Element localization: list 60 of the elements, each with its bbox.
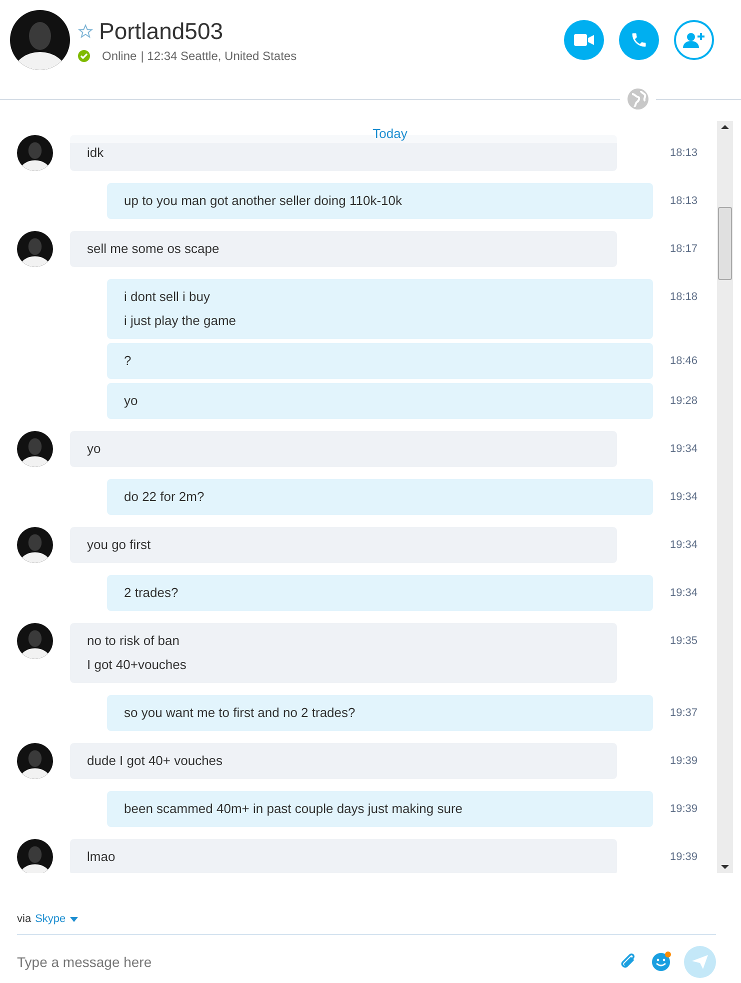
message-time: 19:34 xyxy=(670,442,698,457)
avatar-icon xyxy=(17,623,53,659)
message-text: i just play the game xyxy=(124,312,236,330)
message-text: lmao xyxy=(87,848,116,866)
add-contact-button[interactable] xyxy=(674,20,714,60)
scrollbar[interactable] xyxy=(717,121,733,873)
location-text: | 12:34 Seattle, United States xyxy=(140,48,297,65)
message-text: so you want me to first and no 2 trades? xyxy=(124,704,356,722)
message-text: been scammed 40m+ in past couple days just making sure xyxy=(124,800,463,818)
service-selector[interactable]: Skype xyxy=(35,911,78,928)
message-text: dude I got 40+ vouches xyxy=(87,752,223,770)
message-text: you go first xyxy=(87,536,151,554)
message-time: 19:39 xyxy=(670,802,698,817)
avatar-icon xyxy=(17,135,53,171)
date-divider: Today xyxy=(372,124,408,143)
message-time: 19:34 xyxy=(670,490,698,505)
message-time: 19:34 xyxy=(670,538,698,553)
send-button[interactable] xyxy=(684,946,716,978)
globe-icon[interactable] xyxy=(627,88,649,110)
contact-name: Portland503 xyxy=(99,18,224,44)
avatar-icon xyxy=(17,431,53,467)
message-time: 18:13 xyxy=(670,146,698,161)
avatar-icon xyxy=(17,743,53,779)
message-time: 19:39 xyxy=(670,850,698,865)
message-text: no to risk of ban xyxy=(87,632,180,650)
message-text: yo xyxy=(87,440,101,458)
avatar-icon xyxy=(17,231,53,267)
avatar-icon xyxy=(17,839,53,873)
add-person-icon xyxy=(683,31,705,49)
message-text: yo xyxy=(124,392,138,410)
video-call-button[interactable] xyxy=(564,20,604,60)
message-time: 19:37 xyxy=(670,706,698,721)
online-status-icon xyxy=(78,50,90,62)
message-time: 18:46 xyxy=(670,354,698,369)
message-time: 18:13 xyxy=(670,194,698,209)
message-text: i dont sell i buy xyxy=(124,288,210,306)
call-button[interactable] xyxy=(619,20,659,60)
star-icon[interactable] xyxy=(78,24,93,38)
message-input[interactable]: Type a message here xyxy=(17,944,619,978)
message-text: do 22 for 2m? xyxy=(124,488,204,506)
message-text: sell me some os scape xyxy=(87,240,220,258)
message-text: I got 40+vouches xyxy=(87,656,186,674)
caret-icon xyxy=(70,916,78,922)
status-text: Online xyxy=(102,48,137,65)
phone-icon xyxy=(630,31,648,49)
message-text: idk xyxy=(87,144,104,162)
message-time: 19:35 xyxy=(670,634,698,649)
message-time: 19:34 xyxy=(670,586,698,601)
send-icon xyxy=(692,954,708,968)
message-time: 19:28 xyxy=(670,394,698,409)
message-time: 18:18 xyxy=(670,290,698,305)
avatar-icon xyxy=(17,527,53,563)
emoji-icon[interactable] xyxy=(651,951,672,972)
message-text: ? xyxy=(124,352,132,370)
message-text: up to you man got another seller doing 110k-10k xyxy=(124,192,402,210)
message-time: 19:39 xyxy=(670,754,698,769)
message-time: 18:17 xyxy=(670,242,698,257)
message-text: 2 trades? xyxy=(124,584,178,602)
via-label: via xyxy=(17,912,32,927)
video-camera-icon xyxy=(574,33,594,47)
